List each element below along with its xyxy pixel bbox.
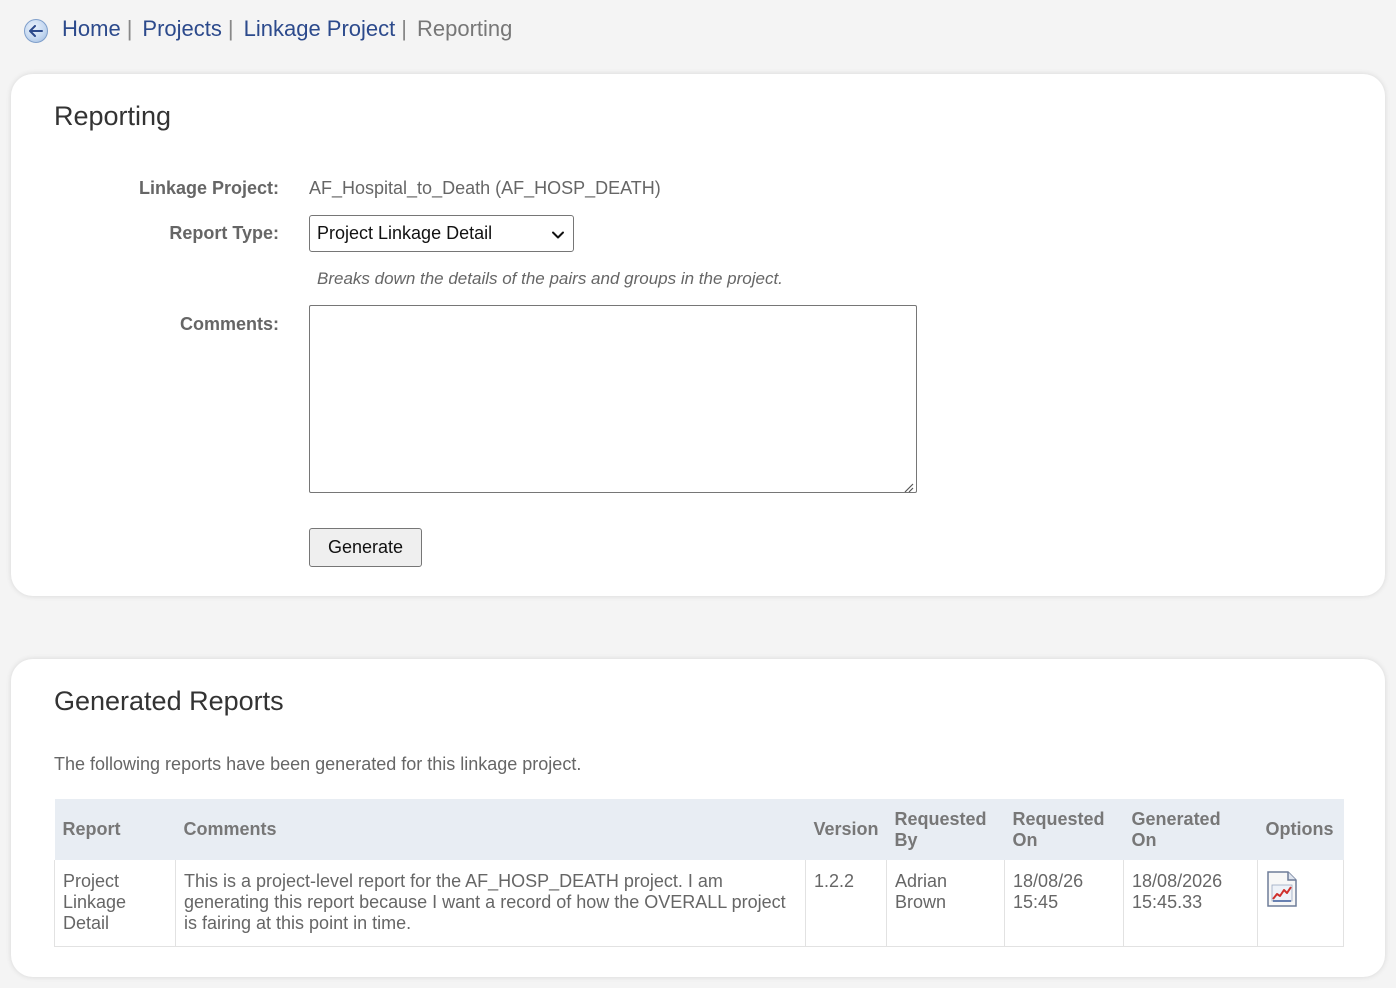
comments-textarea[interactable] [309,305,917,493]
report-chart-icon[interactable] [1266,871,1298,912]
generated-reports-panel: Generated Reports The following reports … [11,659,1385,977]
breadcrumb-home-link[interactable]: Home [62,16,121,42]
breadcrumb: Home | Projects | Linkage Project | Repo… [24,14,512,44]
breadcrumb-linkage-project-link[interactable]: Linkage Project [244,16,396,42]
breadcrumb-separator: | [227,16,234,41]
requested-by-cell: Adrian Brown [886,860,1006,947]
comments-label: Comments: [179,314,279,334]
report-comments-cell: This is a project-level report for the A… [175,860,806,947]
reporting-panel: Reporting Linkage Project: AF_Hospital_t… [11,74,1385,596]
linkage-project-value: AF_Hospital_to_Death (AF_HOSP_DEATH) [309,178,661,198]
report-version-cell: 1.2.2 [804,860,888,947]
report-name-cell: Project Linkage Detail [54,860,176,947]
section-title: Generated Reports [54,686,284,716]
column-header-options: Options [1257,799,1344,860]
options-cell [1257,860,1344,947]
breadcrumb-separator: | [126,16,133,41]
breadcrumb-current: Reporting [416,16,513,41]
table-row: Project Linkage Detail This is a project… [54,860,1344,947]
chevron-down-icon [551,226,565,247]
column-header-requested-by: Requested By [886,799,1005,860]
report-type-selected-value: Project Linkage Detail [317,223,493,243]
column-header-requested-on: Requested On [1004,799,1124,860]
column-header-generated-on: Generated On [1123,799,1258,860]
column-header-version: Version [805,799,887,860]
report-type-label: Report Type: [169,223,279,243]
generated-reports-table: Report Comments Version Requested By Req… [54,799,1344,947]
report-type-select[interactable]: Project Linkage Detail [309,215,574,252]
column-header-report: Report [54,799,176,860]
resize-grip-icon[interactable] [903,480,1383,594]
table-header-row: Report Comments Version Requested By Req… [54,799,1344,860]
breadcrumb-separator: | [401,16,407,41]
requested-on-cell: 18/08/26 15:45 [1004,860,1125,947]
generated-on-cell: 18/08/2026 15:45.33 [1123,860,1259,947]
generate-button[interactable]: Generate [309,528,422,567]
back-arrow-icon[interactable] [24,18,48,43]
page-title: Reporting [54,101,172,131]
breadcrumb-projects-link[interactable]: Projects [142,16,221,42]
column-header-comments: Comments [175,799,806,860]
generated-reports-intro: The following reports have been generate… [54,754,582,774]
linkage-project-label: Linkage Project: [138,178,279,198]
report-type-hint: Breaks down the details of the pairs and… [317,269,783,288]
